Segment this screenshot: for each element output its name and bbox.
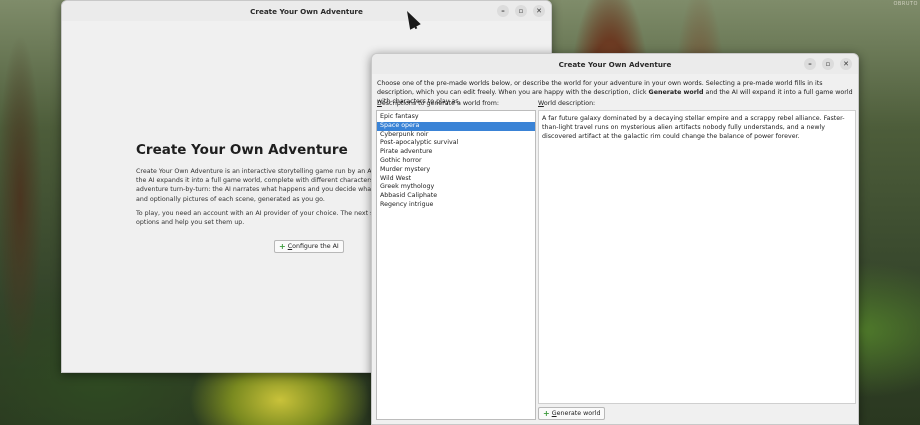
wallpaper-corner-label: OBRUTO bbox=[893, 1, 918, 7]
generate-world-button[interactable]: + Generate world bbox=[538, 407, 606, 420]
main-window-controls: – ▫ ✕ bbox=[497, 5, 545, 17]
close-button[interactable]: ✕ bbox=[533, 5, 545, 17]
minimize-button[interactable]: – bbox=[804, 58, 816, 70]
world-list-item[interactable]: Cyberpunk noir bbox=[377, 131, 535, 140]
sparkle-plus-icon: + bbox=[279, 241, 286, 251]
world-window-title: Create Your Own Adventure bbox=[558, 59, 672, 69]
world-description-label: World description: bbox=[538, 100, 596, 107]
maximize-button[interactable]: ▫ bbox=[515, 5, 527, 17]
close-icon: ✕ bbox=[843, 59, 849, 68]
configure-ai-button[interactable]: + Configure the AI bbox=[274, 240, 344, 253]
minimize-icon: – bbox=[808, 59, 812, 68]
world-select-window: Create Your Own Adventure – ▫ ✕ Choose o… bbox=[371, 53, 859, 425]
main-window-title: Create Your Own Adventure bbox=[250, 6, 363, 16]
world-window-titlebar[interactable]: Create Your Own Adventure – ▫ ✕ bbox=[372, 54, 858, 74]
world-window-controls: – ▫ ✕ bbox=[804, 58, 852, 70]
world-list-item[interactable]: Pirate adventure bbox=[377, 148, 535, 157]
minimize-button[interactable]: – bbox=[497, 5, 509, 17]
main-window-titlebar[interactable]: Create Your Own Adventure – ▫ ✕ bbox=[62, 1, 551, 21]
close-button[interactable]: ✕ bbox=[840, 58, 852, 70]
world-list-item[interactable]: Greek mythology bbox=[377, 183, 535, 192]
instructions-generate-emphasis: Generate world bbox=[648, 89, 704, 96]
world-list-item[interactable]: Wild West bbox=[377, 175, 535, 184]
generate-world-label: Generate world bbox=[551, 410, 601, 417]
minimize-icon: – bbox=[501, 6, 505, 15]
close-icon: ✕ bbox=[536, 6, 542, 15]
world-list-item[interactable]: Space opera bbox=[377, 121, 535, 131]
maximize-icon: ▫ bbox=[825, 59, 831, 68]
maximize-icon: ▫ bbox=[518, 6, 524, 15]
world-list-item[interactable]: Epic fantasy bbox=[377, 113, 535, 122]
world-list-item[interactable]: Abbasid Caliphate bbox=[377, 192, 535, 201]
world-description-textarea[interactable]: A far future galaxy dominated by a decay… bbox=[538, 110, 856, 404]
world-list-item[interactable]: Post-apocalyptic survival bbox=[377, 139, 535, 148]
sparkle-plus-icon: + bbox=[543, 408, 550, 418]
maximize-button[interactable]: ▫ bbox=[822, 58, 834, 70]
world-list-item[interactable]: Murder mystery bbox=[377, 166, 535, 175]
world-list-item[interactable]: Gothic horror bbox=[377, 157, 535, 166]
world-list-label: Descriptions to generate a world from: bbox=[377, 100, 499, 107]
configure-ai-label: Configure the AI bbox=[287, 243, 339, 250]
world-list[interactable]: Epic fantasy Space opera Cyberpunk noir Pos… bbox=[376, 110, 536, 420]
world-list-item[interactable]: Regency intrigue bbox=[377, 201, 535, 210]
